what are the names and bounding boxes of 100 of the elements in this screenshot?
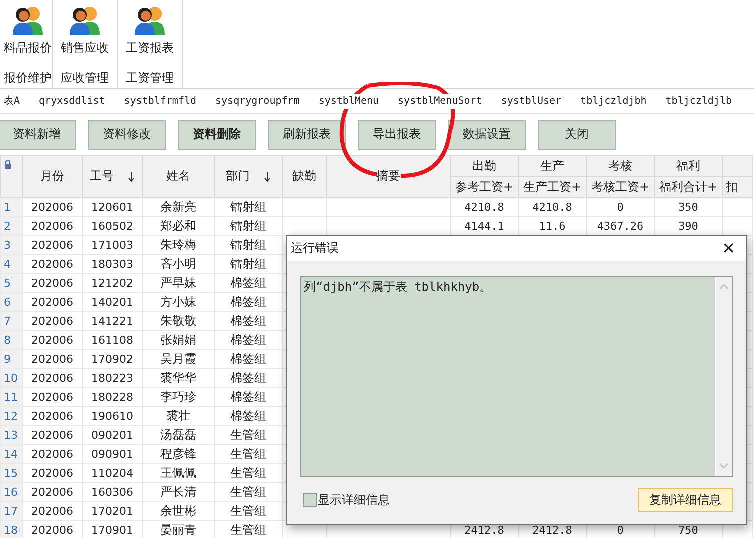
table-cell: 180228 — [92, 390, 134, 404]
table-cell: 吴月霞 — [160, 352, 196, 366]
table-cell: 朱敬敬 — [160, 314, 196, 328]
row-number: 1 — [4, 200, 11, 214]
table-cell: 生管组 — [230, 522, 266, 536]
table-cell: 160502 — [92, 220, 134, 232]
table-cell: 202006 — [32, 504, 74, 518]
row-number: 18 — [4, 524, 18, 536]
scroll-down-icon[interactable] — [719, 463, 729, 470]
column-group-header: 生产 — [540, 158, 564, 172]
row-number: 4 — [4, 258, 11, 270]
row-number: 15 — [4, 466, 18, 480]
toolbar-button[interactable]: 资料删除 — [178, 120, 256, 150]
column-header[interactable]: 部门 — [226, 168, 250, 185]
ribbon-item[interactable]: 工资报表 — [126, 40, 174, 57]
table-cell: 张娟娟 — [160, 332, 196, 346]
row-number: 7 — [4, 314, 11, 328]
table-cell: 171003 — [92, 238, 134, 252]
table-cell: 170201 — [92, 504, 134, 518]
table-cell: 202006 — [32, 220, 74, 232]
table-cell: 202006 — [32, 448, 74, 460]
checkbox[interactable] — [303, 493, 317, 507]
table-cell: 202006 — [32, 276, 74, 290]
row-number: 16 — [4, 486, 18, 498]
table-cell: 140201 — [92, 296, 134, 308]
table-cell: 2412.8 — [464, 524, 504, 536]
table-cell: 180223 — [92, 372, 134, 384]
table-cell: 141221 — [92, 314, 134, 328]
table-cell: 4367.26 — [597, 220, 644, 232]
people-icon — [11, 5, 45, 35]
toolbar-button[interactable]: 关闭 — [538, 120, 616, 150]
dialog-title: 运行错误 — [291, 240, 339, 257]
column-header[interactable]: 工号 — [90, 168, 114, 185]
ribbon-item[interactable]: 销售应收 — [61, 40, 109, 57]
table-tab[interactable]: systblMenu — [318, 94, 380, 108]
people-icon — [133, 5, 167, 35]
column-header[interactable]: 月份 — [40, 168, 64, 185]
table-cell: 160306 — [92, 486, 134, 498]
table-cell: 生管组 — [230, 484, 266, 498]
table-cell: 棉签组 — [230, 276, 266, 290]
message-box[interactable]: 列“djbh”不属于表 tblkhkhyb。 — [300, 276, 733, 477]
table-cell: 镭射组 — [230, 238, 266, 252]
table-cell: 棉签组 — [230, 294, 266, 308]
table-cell: 裘华华 — [160, 370, 196, 384]
toolbar-button[interactable]: 数据设置 — [448, 120, 526, 150]
toolbar-button[interactable]: 资料新增 — [0, 120, 76, 150]
table-tab[interactable]: qryxsddlist — [39, 94, 106, 108]
table-cell: 202006 — [32, 486, 74, 498]
table-cell: 2412.8 — [532, 524, 572, 536]
table-cell: 棉签组 — [230, 314, 266, 328]
table-cell: 121202 — [92, 276, 134, 290]
table-cell: 202006 — [32, 524, 74, 536]
scrollbar[interactable] — [715, 277, 732, 476]
table-cell: 李巧珍 — [160, 390, 196, 404]
table-cell: 202006 — [32, 296, 74, 308]
column-header[interactable]: 摘要 — [376, 168, 400, 185]
table-tab[interactable]: systblUser — [501, 94, 562, 108]
table-cell: 202006 — [32, 466, 74, 480]
table-tab[interactable]: tbljczldjbh — [580, 94, 647, 108]
table-cell: 161108 — [92, 334, 134, 346]
row-number: 3 — [4, 238, 11, 252]
table-cell: 生管组 — [230, 428, 266, 442]
people-icon — [68, 5, 102, 35]
table-cell: 350 — [678, 200, 698, 214]
scroll-up-icon[interactable] — [719, 283, 729, 290]
table-cell: 202006 — [32, 200, 74, 214]
row-number: 14 — [4, 448, 18, 460]
checkbox-label[interactable]: 显示详细信息 — [318, 492, 390, 508]
table-tab[interactable]: sysqrygroupfrm — [216, 94, 300, 108]
table-cell: 生管组 — [230, 446, 266, 460]
table-cell: 11.6 — [539, 220, 566, 232]
table-cell: 4210.8 — [532, 200, 572, 214]
close-button[interactable]: ✕ — [712, 236, 746, 261]
row-number: 2 — [4, 220, 11, 232]
row-number: 13 — [4, 428, 18, 442]
table-cell: 170902 — [92, 352, 134, 366]
table-cell: 120601 — [92, 200, 134, 214]
table-tab[interactable]: systblfrmfld — [124, 94, 197, 108]
column-header[interactable]: 缺勤 — [292, 168, 316, 185]
table-cell: 202006 — [32, 334, 74, 346]
toolbar-button[interactable]: 刷新报表 — [268, 120, 346, 150]
table-cell: 180303 — [92, 258, 134, 270]
ribbon-item[interactable]: 料品报价 — [4, 40, 52, 57]
table-cell: 202006 — [32, 428, 74, 442]
table-tab[interactable]: tbljczldjlb — [666, 94, 732, 108]
table-cell: 余新亮 — [160, 200, 196, 214]
table-cell: 镭射组 — [230, 200, 266, 214]
toolbar-button[interactable]: 资料修改 — [88, 120, 166, 150]
table-cell: 生管组 — [230, 466, 266, 480]
table-tab[interactable]: systblMenuSort — [398, 94, 482, 108]
table-cell: 202006 — [32, 258, 74, 270]
table-cell: 棉签组 — [230, 390, 266, 404]
table-cell: 390 — [678, 220, 698, 232]
row-number: 6 — [4, 296, 11, 308]
table-cell: 110204 — [92, 466, 134, 480]
toolbar-button[interactable]: 导出报表 — [358, 120, 436, 150]
table-cell: 余世彬 — [160, 504, 196, 518]
copy-details-button[interactable]: 复制详细信息 — [638, 488, 733, 512]
column-header[interactable]: 姓名 — [166, 168, 190, 185]
row-number: 17 — [4, 504, 18, 518]
